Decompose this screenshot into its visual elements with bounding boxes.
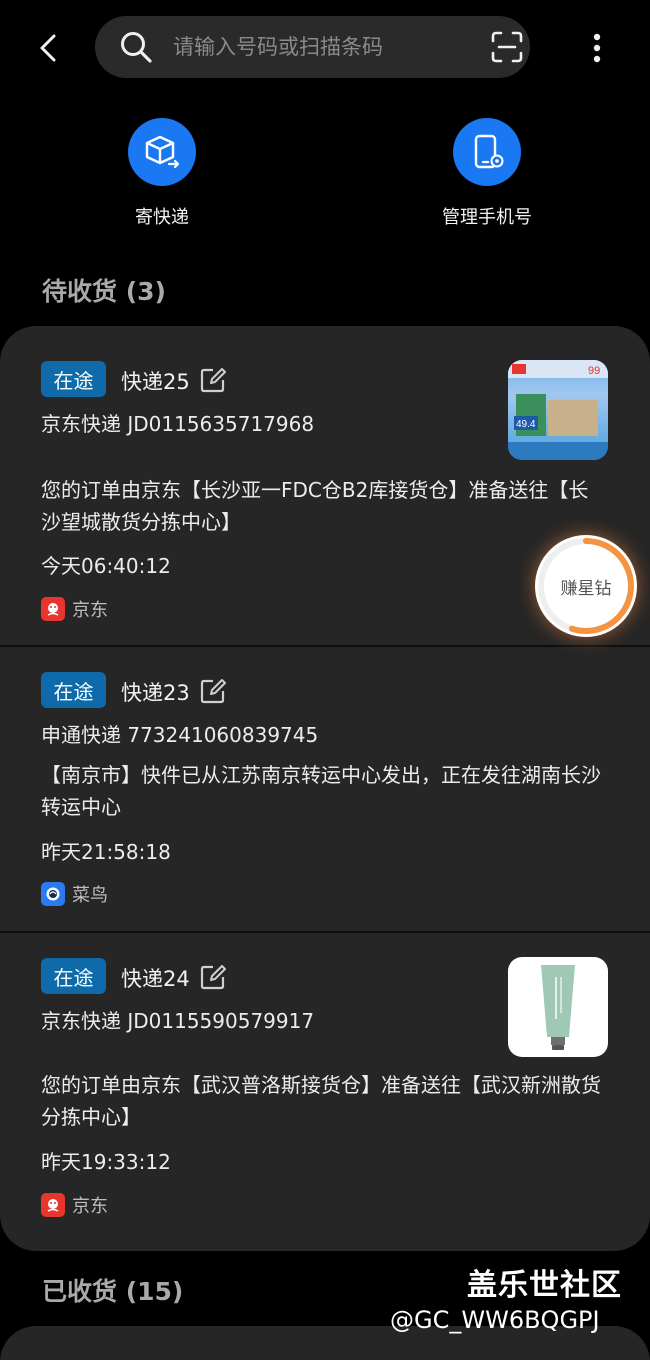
send-package-circle xyxy=(128,118,196,186)
phone-settings-icon xyxy=(474,134,504,169)
status-badge: 在途 xyxy=(41,361,106,397)
search-box[interactable] xyxy=(95,16,530,78)
package-description: 您的订单由京东【武汉普洛斯接货仓】准备送往【武汉新洲散货分拣中心】 xyxy=(41,1073,601,1129)
tracking-number: 京东快递 JD0115590579917 xyxy=(41,1009,315,1033)
tracking-number: 京东快递 JD0115635717968 xyxy=(41,412,315,436)
earn-diamonds-button[interactable]: 赚星钻 xyxy=(535,535,637,637)
search-icon xyxy=(121,32,152,63)
watermark-title: 盖乐世社区 xyxy=(467,1268,622,1303)
tracking-number: 申通快递 773241060839745 xyxy=(41,723,319,747)
received-section-title[interactable]: 已收货 (15) xyxy=(42,1272,183,1308)
package-time: 昨天19:33:12 xyxy=(41,1150,171,1174)
earn-diamonds-label: 赚星钻 xyxy=(560,578,612,599)
search-input[interactable] xyxy=(173,16,473,78)
edit-icon[interactable] xyxy=(199,963,227,991)
product-image-icon xyxy=(541,965,575,1050)
pending-packages-card: 在途 快递25 京东快递 JD0115635717968 您的订单由京东【长沙亚… xyxy=(0,326,650,1251)
more-vertical-icon xyxy=(593,33,601,63)
source-name: 菜鸟 xyxy=(72,885,108,906)
top-bar xyxy=(0,0,650,95)
product-thumbnail[interactable]: 99 49.4 xyxy=(508,360,608,460)
manage-phone-label: 管理手机号 xyxy=(442,207,532,228)
package-description: 您的订单由京东【长沙亚一FDC仓B2库接货仓】准备送往【长沙望城散货分拣中心】 xyxy=(41,478,589,534)
status-badge: 在途 xyxy=(41,672,106,708)
package-name: 快递24 xyxy=(121,967,190,991)
edit-icon[interactable] xyxy=(199,677,227,705)
thumbnail-price-text: 49.4 xyxy=(516,419,536,430)
back-button[interactable] xyxy=(28,28,68,68)
package-description: 【南京市】快件已从江苏南京转运中心发出，正在发往湖南长沙转运中心 xyxy=(41,763,601,819)
source-name: 京东 xyxy=(72,1196,108,1217)
edit-icon[interactable] xyxy=(199,366,227,394)
back-arrow-icon xyxy=(40,34,56,62)
send-package-label: 寄快递 xyxy=(135,207,189,228)
package-source: 京东 xyxy=(41,596,108,622)
package-item[interactable]: 在途 快递24 京东快递 JD0115590579917 您的订单由京东【武汉普… xyxy=(0,933,650,1251)
watermark-user: @GC_WW6BQGPJ xyxy=(390,1306,600,1334)
product-image-icon: 99 49.4 xyxy=(508,360,608,460)
source-name: 京东 xyxy=(72,600,108,621)
product-thumbnail[interactable] xyxy=(508,957,608,1057)
package-item[interactable]: 在途 快递23 申通快递 773241060839745 【南京市】快件已从江苏… xyxy=(0,647,650,931)
more-options-button[interactable] xyxy=(580,28,614,68)
manage-phone-circle xyxy=(453,118,521,186)
jd-logo-icon xyxy=(41,1193,65,1217)
manage-phone-action[interactable]: 管理手机号 xyxy=(387,118,587,229)
status-badge: 在途 xyxy=(41,958,106,994)
scan-barcode-icon[interactable] xyxy=(490,30,524,64)
pending-section-title: 待收货 (3) xyxy=(42,277,166,306)
package-name: 快递23 xyxy=(121,681,190,705)
package-source: 菜鸟 xyxy=(41,881,108,907)
jd-logo-icon xyxy=(41,597,65,621)
cainiao-logo-icon xyxy=(41,882,65,906)
package-time: 今天06:40:12 xyxy=(41,554,171,578)
package-time: 昨天21:58:18 xyxy=(41,840,171,864)
package-source: 京东 xyxy=(41,1192,108,1218)
box-send-icon xyxy=(145,135,180,169)
thumbnail-badge-text: 99 xyxy=(588,365,600,377)
package-name: 快递25 xyxy=(121,370,190,394)
send-package-action[interactable]: 寄快递 xyxy=(62,118,262,229)
